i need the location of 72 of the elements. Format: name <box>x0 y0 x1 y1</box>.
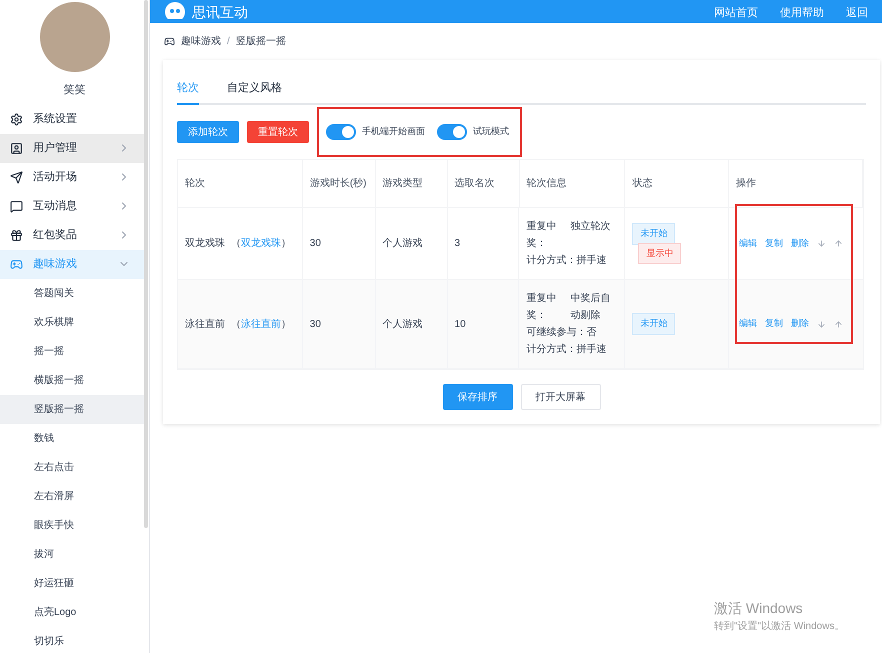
column-header: 状态 <box>625 160 730 207</box>
toggle-label: 手机端开始画面 <box>362 125 425 138</box>
table-cell-text: 30 <box>310 318 321 332</box>
column-header: 选取名次 <box>448 160 520 207</box>
menu-icon <box>10 228 23 242</box>
game-icon <box>164 36 175 47</box>
table-cell-text: 10 <box>454 318 466 332</box>
column-header: 游戏类型 <box>376 160 448 207</box>
table-cell-text: 30 <box>310 237 321 251</box>
info-value: 中奖后自动剔除 <box>570 292 612 323</box>
move-up-icon[interactable] <box>834 320 844 328</box>
bracket: ） <box>281 237 291 251</box>
sidebar-item[interactable]: 用户管理 <box>0 134 144 162</box>
bracket: ） <box>281 318 291 332</box>
toggle-switch[interactable] <box>437 124 467 140</box>
status-tag: 未开始 <box>632 223 676 244</box>
menu-icon <box>10 200 23 212</box>
status-tag: 未开始 <box>632 313 676 335</box>
breadcrumb-separator: / <box>227 35 230 49</box>
footer-button[interactable]: 打开大屏幕 <box>520 384 600 410</box>
submenu-item[interactable]: 横版摇一摇 <box>0 366 144 394</box>
info-label: 重复中奖： <box>526 292 558 323</box>
submenu-item[interactable]: 点亮Logo <box>0 598 144 626</box>
tab[interactable]: 自定义风格 <box>227 80 282 105</box>
submenu-item[interactable]: 拔河 <box>0 540 144 568</box>
menu-icon <box>10 112 23 126</box>
toolbar-button[interactable]: 重置轮次 <box>247 121 309 143</box>
menu-icon <box>10 142 23 154</box>
breadcrumb-item[interactable]: 竖版摇一摇 <box>236 34 286 49</box>
submenu-item[interactable]: 竖版摇一摇 <box>0 394 144 424</box>
table-cell-text: 泳往直前 <box>185 318 225 332</box>
status-tag: 显示中 <box>638 242 682 264</box>
bracket: （ <box>231 318 241 332</box>
submenu-item[interactable]: 摇一摇 <box>0 336 144 366</box>
menu-icon <box>10 258 23 270</box>
submenu-item[interactable]: 左右滑屏 <box>0 482 144 510</box>
submenu-item[interactable]: 左右点击 <box>0 452 144 482</box>
sidebar-item[interactable]: 红包奖品 <box>0 220 144 250</box>
sidebar-item[interactable]: 系统设置 <box>0 104 144 134</box>
brand-name: 思讯互动 <box>192 5 248 19</box>
submenu-item[interactable]: 数钱 <box>0 424 144 452</box>
info-value: 独立轮次 <box>570 220 612 234</box>
column-header: 游戏时长(秒) <box>302 160 376 207</box>
info-line: 计分方式：拼手速 <box>526 254 608 268</box>
submenu-item[interactable]: 切切乐 <box>0 626 144 653</box>
activation-text: 转到"设置"以激活 Windows。 <box>714 620 844 634</box>
info-line: 计分方式：拼手速 <box>526 342 608 357</box>
column-header: 操作 <box>729 160 864 207</box>
move-down-icon[interactable] <box>817 320 826 328</box>
breadcrumb-item[interactable]: 趣味游戏 <box>181 34 221 49</box>
move-down-icon[interactable] <box>817 239 826 248</box>
sidebar-item[interactable]: 互动消息 <box>0 192 144 220</box>
sidebar-item[interactable]: 活动开场 <box>0 162 144 192</box>
info-line: 可继续参与：否 <box>526 326 598 340</box>
submenu-item[interactable]: 答题闯关 <box>0 278 144 308</box>
submenu-item[interactable]: 眼疾手快 <box>0 510 144 540</box>
column-header: 轮次信息 <box>520 160 626 207</box>
toggle-label: 试玩模式 <box>473 125 509 138</box>
menu-icon <box>10 170 23 184</box>
user-name: 笑笑 <box>64 83 86 98</box>
table-cell-text: 个人游戏 <box>382 236 423 251</box>
submenu-item[interactable]: 欢乐棋牌 <box>0 308 144 336</box>
toggle-switch[interactable] <box>326 124 356 140</box>
column-header: 轮次 <box>178 160 303 207</box>
table-cell-text: 3 <box>454 237 460 251</box>
table-cell-text: 个人游戏 <box>382 318 423 332</box>
info-label: 重复中奖： <box>526 220 558 251</box>
bracket: （ <box>231 237 241 251</box>
table-cell-text: 双龙戏珠 <box>185 236 225 251</box>
activation-title: 激活 Windows <box>714 599 804 618</box>
move-up-icon[interactable] <box>834 239 844 248</box>
submenu-item[interactable]: 好运狂砸 <box>0 568 144 598</box>
